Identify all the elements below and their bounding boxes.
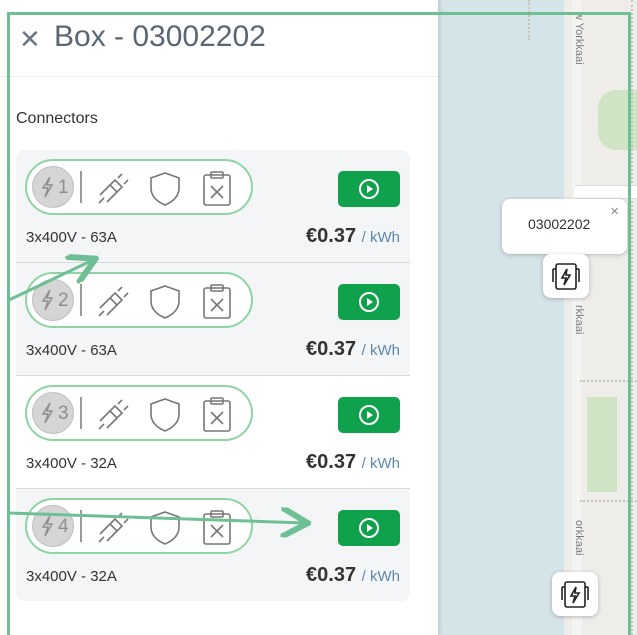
map-path bbox=[580, 380, 637, 382]
plug-icon bbox=[98, 399, 129, 430]
charger-marker[interactable] bbox=[543, 254, 589, 298]
start-charging-button[interactable] bbox=[338, 397, 400, 433]
connector-number-badge: 1 bbox=[32, 166, 74, 208]
connector-price: €0.37 / kWh bbox=[306, 564, 400, 587]
lightning-icon bbox=[41, 515, 54, 537]
map-park bbox=[587, 397, 617, 492]
lightning-icon bbox=[41, 402, 54, 424]
divider bbox=[80, 171, 82, 203]
connector-spec: 3x400V - 63A bbox=[26, 342, 117, 359]
play-icon bbox=[359, 292, 379, 312]
connector-number-badge: 3 bbox=[32, 392, 74, 434]
connector-number: 1 bbox=[58, 177, 69, 198]
map-water bbox=[438, 0, 564, 635]
plug-icon bbox=[98, 286, 129, 317]
popup-close-icon[interactable]: × bbox=[610, 203, 619, 220]
play-icon bbox=[359, 518, 379, 538]
charger-marker[interactable] bbox=[552, 572, 598, 616]
connector-number: 2 bbox=[58, 290, 69, 311]
road-label: rkkaai bbox=[573, 305, 585, 335]
connector-spec: 3x400V - 32A bbox=[26, 568, 117, 585]
plug-icon bbox=[98, 173, 129, 204]
connector-spec: 3x400V - 63A bbox=[26, 229, 117, 246]
clipboard-x-icon bbox=[203, 397, 231, 432]
shield-icon bbox=[150, 398, 180, 432]
divider bbox=[80, 397, 82, 429]
connector-list: 1 3x400V - 63A €0.37 / kWh 2 3x400V - 63… bbox=[16, 150, 410, 601]
play-icon bbox=[359, 179, 379, 199]
price-unit: / kWh bbox=[361, 455, 400, 472]
panel-header: ✕ Box - 03002202 bbox=[0, 0, 438, 77]
connectors-heading: Connectors bbox=[16, 110, 98, 127]
connector-status-pill: 1 bbox=[25, 159, 253, 215]
clipboard-x-icon bbox=[203, 284, 231, 319]
start-charging-button[interactable] bbox=[338, 284, 400, 320]
connector-row: 2 3x400V - 63A €0.37 / kWh bbox=[16, 263, 410, 376]
price-value: €0.37 bbox=[306, 564, 357, 586]
price-value: €0.37 bbox=[306, 225, 357, 247]
price-unit: / kWh bbox=[361, 568, 400, 585]
lightning-icon bbox=[41, 289, 54, 311]
map-path bbox=[528, 0, 530, 40]
price-unit: / kWh bbox=[361, 342, 400, 359]
connector-number-badge: 2 bbox=[32, 279, 74, 321]
map-popup: 03002202 × bbox=[502, 199, 627, 254]
connector-status-pill: 3 bbox=[25, 385, 253, 441]
clipboard-x-icon bbox=[203, 510, 231, 545]
connector-row: 4 3x400V - 32A €0.37 / kWh bbox=[16, 489, 410, 601]
page-title: Box - 03002202 bbox=[54, 20, 266, 53]
price-value: €0.37 bbox=[306, 451, 357, 473]
clipboard-x-icon bbox=[203, 171, 231, 206]
start-charging-button[interactable] bbox=[338, 171, 400, 207]
charger-panel: ✕ Box - 03002202 Connectors 1 3x400V - 6… bbox=[0, 0, 438, 635]
road-label: orkkaai bbox=[573, 520, 585, 556]
map-popup-label: 03002202 bbox=[528, 216, 591, 232]
charging-station-icon bbox=[552, 263, 580, 290]
lightning-icon bbox=[41, 176, 54, 198]
connector-price: €0.37 / kWh bbox=[306, 338, 400, 361]
shield-icon bbox=[150, 285, 180, 319]
map-path bbox=[580, 500, 637, 502]
close-icon[interactable]: ✕ bbox=[19, 26, 41, 52]
shield-icon bbox=[150, 172, 180, 206]
connector-number: 3 bbox=[58, 403, 69, 424]
connector-spec: 3x400V - 32A bbox=[26, 455, 117, 472]
connector-number: 4 bbox=[58, 516, 69, 537]
divider bbox=[80, 284, 82, 316]
connector-price: €0.37 / kWh bbox=[306, 451, 400, 474]
divider bbox=[80, 510, 82, 542]
connector-status-pill: 2 bbox=[25, 272, 253, 328]
map-path bbox=[631, 0, 633, 635]
connector-number-badge: 4 bbox=[32, 505, 74, 547]
price-unit: / kWh bbox=[361, 229, 400, 246]
connector-status-pill: 4 bbox=[25, 498, 253, 554]
connector-row: 1 3x400V - 63A €0.37 / kWh bbox=[16, 150, 410, 263]
connector-row: 3 3x400V - 32A €0.37 / kWh bbox=[16, 376, 410, 489]
start-charging-button[interactable] bbox=[338, 510, 400, 546]
price-value: €0.37 bbox=[306, 338, 357, 360]
plug-icon bbox=[98, 512, 129, 543]
map-road bbox=[575, 185, 637, 199]
play-icon bbox=[359, 405, 379, 425]
charging-station-icon bbox=[561, 581, 589, 608]
shield-icon bbox=[150, 511, 180, 545]
road-label: w Yorkkaai bbox=[573, 12, 585, 65]
connector-price: €0.37 / kWh bbox=[306, 225, 400, 248]
